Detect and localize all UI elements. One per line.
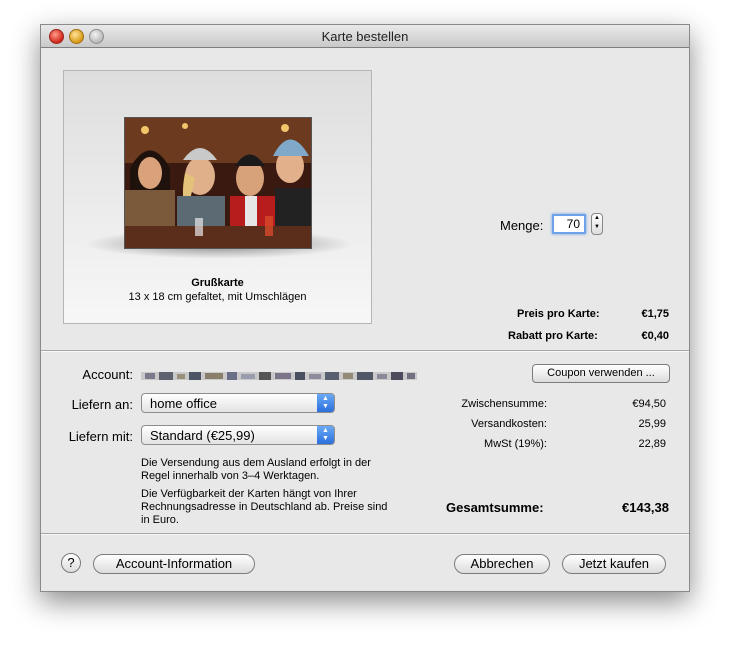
quantity-input[interactable]: 70 bbox=[552, 214, 586, 234]
ship-to-popup[interactable]: home office ▲ ▼ bbox=[141, 393, 335, 413]
card-name: Grußkarte bbox=[191, 277, 244, 289]
popup-arrows-icon: ▲ ▼ bbox=[317, 426, 334, 444]
account-redacted bbox=[141, 369, 417, 381]
quantity-label: Menge: bbox=[500, 218, 544, 233]
discount-per-card-value: €0,40 bbox=[641, 330, 669, 342]
cancel-button[interactable]: Abbrechen bbox=[454, 554, 550, 574]
window-title: Karte bestellen bbox=[321, 29, 409, 44]
popup-arrows-icon: ▲ ▼ bbox=[317, 394, 334, 412]
stepper-arrows-icon[interactable]: ▲ ▼ bbox=[591, 213, 603, 235]
card-preview: Grußkarte 13 x 18 cm gefaltet, mit Umsch… bbox=[63, 70, 372, 324]
ship-with-value: Standard (€25,99) bbox=[150, 428, 255, 443]
shipping-note-availability: Die Verfügbarkeit der Karten hängt von I… bbox=[141, 488, 388, 526]
question-mark-icon[interactable]: ? bbox=[61, 553, 81, 573]
price-per-card-label: Preis pro Karte: bbox=[517, 308, 600, 320]
discount-per-card-label: Rabatt pro Karte: bbox=[508, 330, 598, 342]
card-photo bbox=[124, 117, 312, 249]
order-card-window: Karte bestellen Grußkarte 13 x 18 cm gef… bbox=[40, 24, 690, 592]
divider-bottom bbox=[41, 533, 689, 535]
subtotal-label: Zwischensumme: bbox=[461, 398, 547, 410]
vat-label: MwSt (19%): bbox=[484, 438, 547, 450]
shipping-cost-value: 25,99 bbox=[638, 418, 666, 430]
price-per-card-value: €1,75 bbox=[641, 308, 669, 320]
account-label: Account: bbox=[82, 367, 133, 382]
card-description: 13 x 18 cm gefaltet, mit Umschlägen bbox=[128, 291, 307, 303]
shipping-cost-label: Versandkosten: bbox=[471, 418, 547, 430]
title-bar: Karte bestellen bbox=[41, 25, 689, 48]
shipping-note-delivery: Die Versendung aus dem Ausland erfolgt i… bbox=[141, 457, 371, 482]
ship-to-label: Liefern an: bbox=[71, 397, 133, 412]
total-value: €143,38 bbox=[622, 500, 669, 515]
total-label: Gesamtsumme: bbox=[446, 500, 544, 515]
ship-with-popup[interactable]: Standard (€25,99) ▲ ▼ bbox=[141, 425, 335, 445]
vat-value: 22,89 bbox=[638, 438, 666, 450]
account-information-button[interactable]: Account-Information bbox=[93, 554, 255, 574]
coupon-button[interactable]: Coupon verwenden ... bbox=[532, 364, 670, 383]
subtotal-value: €94,50 bbox=[632, 398, 666, 410]
ship-to-value: home office bbox=[150, 396, 217, 411]
divider-top bbox=[41, 350, 689, 352]
buy-now-button[interactable]: Jetzt kaufen bbox=[562, 554, 666, 574]
ship-with-label: Liefern mit: bbox=[68, 429, 133, 444]
